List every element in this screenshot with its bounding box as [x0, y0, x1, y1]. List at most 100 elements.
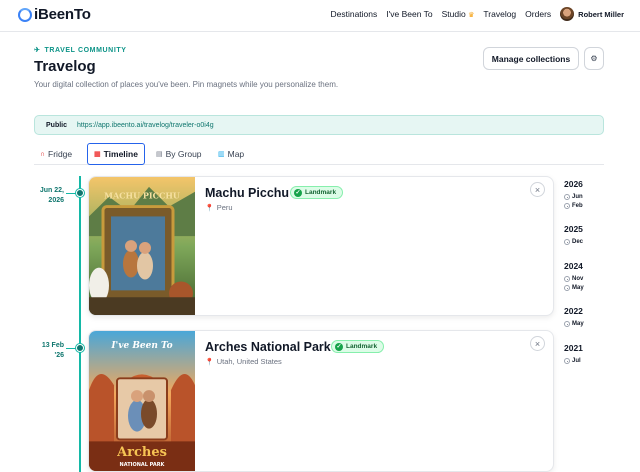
tab-by-group[interactable]: ▤ By Group	[156, 143, 202, 165]
date-line: 13 Feb	[41, 342, 64, 349]
timeline-date: Jun 22, 2026	[28, 186, 64, 206]
location-text: Utah, United States	[216, 357, 282, 366]
view-tabs: ∩ Fridge ▦ Timeline ▤ By Group ▥ Map	[34, 143, 604, 165]
timeline-card[interactable]: I've Been To Arches NATIONAL PARK Arches…	[88, 330, 554, 472]
magnet-image-caption: Arches	[116, 445, 167, 460]
dot-icon	[564, 203, 570, 209]
nav-ive-been-to[interactable]: I've Been To	[386, 9, 432, 19]
month-label: Nov	[572, 276, 584, 282]
close-button[interactable]: ×	[530, 182, 545, 197]
magnet-icon: ∩	[40, 150, 46, 158]
logo-text: iBeenTo	[34, 6, 91, 23]
year-2021[interactable]: 2021	[564, 343, 583, 353]
pin-icon: 📍	[205, 358, 214, 366]
user-name: Robert Miller	[578, 9, 624, 19]
magnet-image: I've Been To Arches NATIONAL PARK	[89, 331, 195, 471]
nav-studio[interactable]: Studio ♛	[442, 9, 475, 19]
year-2022[interactable]: 2022	[564, 306, 583, 316]
badge-label: Landmark	[305, 189, 337, 196]
magnet-image-subcaption: NATIONAL PARK	[120, 462, 165, 468]
tab-label: Timeline	[103, 149, 138, 159]
date-line: '26	[54, 352, 64, 359]
place-title: Arches National Park	[205, 340, 331, 354]
month-link[interactable]: Jul	[564, 358, 581, 364]
date-line: Jun 22,	[39, 187, 64, 194]
month-link[interactable]: May	[564, 285, 584, 291]
page-title: Travelog	[34, 58, 96, 75]
eyebrow-text: TRAVEL COMMUNITY	[44, 46, 127, 54]
year-2025[interactable]: 2025	[564, 224, 583, 234]
year-2026[interactable]: 2026	[564, 179, 583, 189]
tab-label: By Group	[165, 149, 202, 159]
logo[interactable]: iBeenTo	[18, 6, 91, 23]
tab-timeline[interactable]: ▦ Timeline	[87, 143, 145, 165]
timeline-dot	[76, 344, 84, 352]
month-label: May	[572, 285, 584, 291]
pin-icon: 📍	[205, 204, 214, 212]
timeline-dot	[76, 189, 84, 197]
nav-destinations[interactable]: Destinations	[330, 9, 377, 19]
year-2024[interactable]: 2024	[564, 261, 583, 271]
crown-icon: ♛	[468, 12, 475, 19]
dot-icon	[564, 285, 570, 291]
manage-collections-button[interactable]: Manage collections	[483, 47, 579, 70]
top-nav: iBeenTo Destinations I've Been To Studio…	[0, 0, 640, 32]
public-label: Public	[46, 121, 68, 129]
dot-icon	[564, 194, 570, 200]
close-icon: ×	[534, 184, 541, 195]
dot-icon	[564, 239, 570, 245]
close-button[interactable]: ×	[530, 336, 545, 351]
settings-button[interactable]: ⚙	[584, 47, 604, 70]
avatar	[560, 7, 575, 21]
month-label: Jun	[572, 194, 583, 200]
tab-label: Map	[227, 149, 245, 159]
month-link[interactable]: May	[564, 321, 584, 327]
dot-icon	[564, 276, 570, 282]
timeline-connector	[66, 193, 76, 194]
gear-icon: ⚙	[590, 54, 598, 63]
public-link-bar: Public https://app.ibeento.ai/travelog/t…	[34, 115, 604, 135]
badge-label: Landmark	[346, 343, 378, 350]
timeline-connector	[66, 348, 76, 349]
timeline-line	[79, 176, 81, 472]
nav-travelog[interactable]: Travelog	[483, 9, 516, 19]
timeline-card[interactable]: MACHU PICCHU Machu Picchu ✓ Landmark 📍 P…	[88, 176, 554, 316]
eyebrow: ✈ TRAVEL COMMUNITY	[34, 46, 127, 55]
map-icon: ▥	[218, 151, 225, 158]
landmark-badge: ✓ Landmark	[331, 340, 385, 353]
place-location: 📍 Utah, United States	[205, 357, 282, 366]
month-label: May	[572, 321, 584, 327]
month-label: Jul	[572, 358, 581, 364]
nav-orders[interactable]: Orders	[525, 9, 551, 19]
close-icon: ×	[534, 338, 541, 349]
month-label: Dec	[572, 239, 584, 245]
check-icon: ✓	[294, 188, 302, 197]
month-link[interactable]: Feb	[564, 203, 583, 209]
magnet-image: MACHU PICCHU	[89, 177, 195, 315]
nav-links: Destinations I've Been To Studio ♛ Trave…	[330, 7, 624, 21]
tab-map[interactable]: ▥ Map	[218, 143, 244, 165]
check-icon: ✓	[335, 342, 343, 351]
page-subtitle: Your digital collection of places you've…	[34, 80, 339, 89]
landmark-badge: ✓ Landmark	[290, 186, 344, 199]
nav-studio-label: Studio	[441, 9, 466, 19]
logo-icon	[18, 7, 32, 22]
grid-icon: ▤	[156, 151, 163, 158]
month-link[interactable]: Jun	[564, 194, 583, 200]
month-label: Feb	[572, 203, 583, 209]
place-title: Machu Picchu	[205, 186, 290, 200]
dot-icon	[564, 358, 570, 364]
magnet-image-title: I've Been To	[110, 341, 172, 351]
public-url[interactable]: https://app.ibeento.ai/travelog/traveler…	[77, 122, 214, 129]
tab-label: Fridge	[48, 149, 73, 159]
user-menu[interactable]: Robert Miller	[560, 7, 624, 21]
tab-fridge[interactable]: ∩ Fridge	[40, 143, 72, 165]
place-location: 📍 Peru	[205, 203, 233, 212]
date-line: 2026	[48, 197, 64, 204]
magnet-image-title: MACHU PICCHU	[104, 192, 180, 201]
month-link[interactable]: Nov	[564, 276, 583, 282]
month-link[interactable]: Dec	[564, 239, 583, 245]
plane-icon: ✈	[34, 47, 41, 54]
timeline-date: 13 Feb '26	[28, 341, 64, 361]
location-text: Peru	[216, 203, 233, 212]
